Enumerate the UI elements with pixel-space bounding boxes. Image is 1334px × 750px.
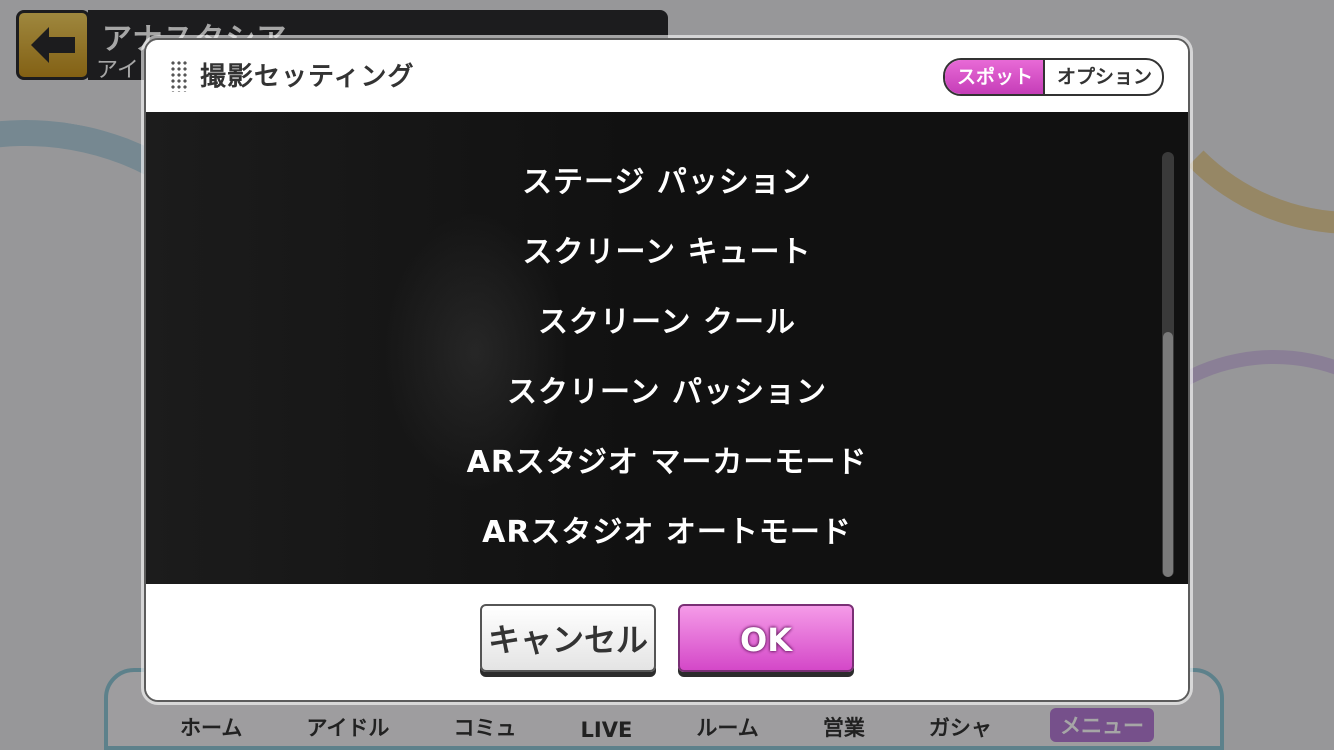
- shooting-settings-dialog: 撮影セッティング スポット オプション ステージ パッション スクリーン キュー…: [144, 38, 1190, 702]
- toggle-spot[interactable]: スポット: [944, 60, 1045, 94]
- scrollbar-thumb[interactable]: [1163, 332, 1173, 577]
- mode-toggle: スポット オプション: [942, 58, 1164, 96]
- dialog-title: 撮影セッティング: [200, 62, 415, 92]
- option-screen-passion[interactable]: スクリーン パッション: [317, 358, 1017, 428]
- option-ar-marker-mode[interactable]: ARスタジオ マーカーモード: [317, 428, 1017, 498]
- option-screen-cute[interactable]: スクリーン キュート: [317, 218, 1017, 288]
- ok-button[interactable]: OK: [678, 604, 854, 672]
- option-list: ステージ パッション スクリーン キュート スクリーン クール スクリーン パッ…: [146, 148, 1188, 568]
- grip-dots-icon: [170, 60, 188, 92]
- option-stage-passion[interactable]: ステージ パッション: [317, 148, 1017, 218]
- cancel-button[interactable]: キャンセル: [480, 604, 656, 672]
- option-screen-cool[interactable]: スクリーン クール: [317, 288, 1017, 358]
- dialog-footer: キャンセル OK: [146, 584, 1188, 700]
- option-list-area: ステージ パッション スクリーン キュート スクリーン クール スクリーン パッ…: [146, 112, 1188, 584]
- dialog-header: 撮影セッティング スポット オプション: [146, 40, 1188, 112]
- toggle-option[interactable]: オプション: [1045, 60, 1162, 94]
- option-ar-auto-mode[interactable]: ARスタジオ オートモード: [317, 498, 1017, 568]
